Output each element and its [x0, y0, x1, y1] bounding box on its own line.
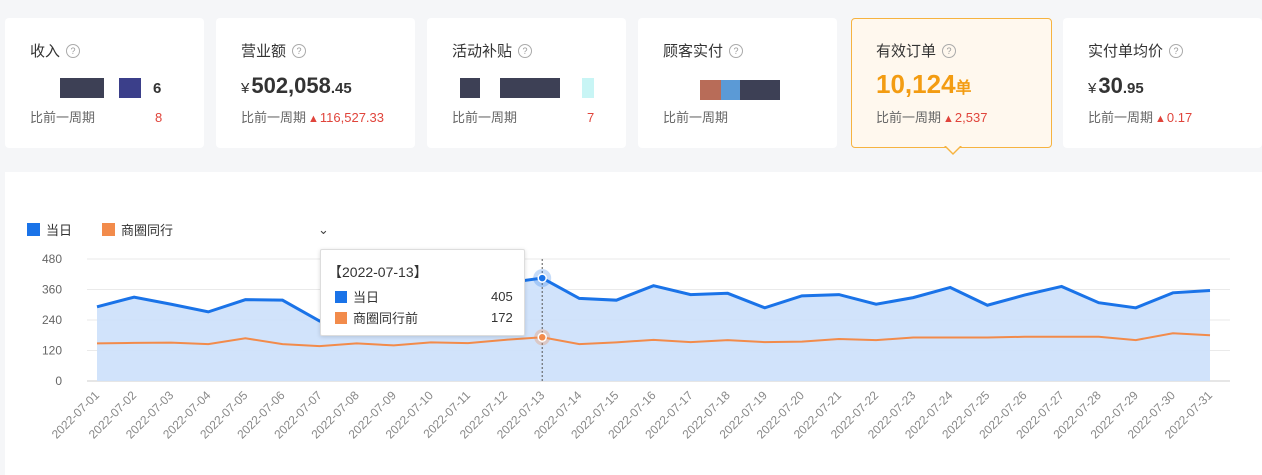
line-chart: 2022-07-012022-07-022022-07-032022-07-04… — [42, 252, 1230, 442]
tooltip-swatch — [335, 290, 347, 303]
tooltip-row-today: 当日 405 — [335, 287, 513, 306]
series-area-today — [97, 278, 1210, 381]
chart-tooltip: 【2022-07-13】 当日 405 商圈同行前 172 — [320, 249, 525, 336]
tooltip-row-peers: 商圈同行前 172 — [335, 308, 513, 327]
y-tick-label: 480 — [42, 252, 62, 266]
tooltip-title: 【2022-07-13】 — [328, 264, 428, 280]
tooltip-swatch — [335, 311, 347, 324]
highlight-point-today — [537, 273, 547, 283]
y-tick-label: 120 — [42, 344, 62, 358]
y-tick-label: 0 — [55, 374, 62, 388]
y-tick-label: 240 — [42, 313, 62, 327]
highlight-point-peers — [537, 332, 547, 343]
y-tick-label: 360 — [42, 283, 62, 297]
